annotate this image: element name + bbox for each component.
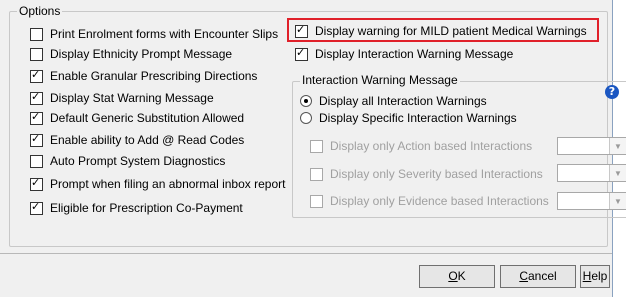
help-button[interactable]: Help [580, 265, 610, 288]
radio-specific-interactions[interactable]: Display Specific Interaction Warnings [300, 110, 517, 126]
checkbox-box[interactable] [310, 139, 323, 153]
checkbox-label: Display only Action based Interactions [330, 139, 533, 153]
checkbox-label: Enable ability to Add @ Read Codes [50, 133, 245, 147]
severity-based-combo[interactable]: ▼ [557, 164, 626, 182]
mild-medical-warnings-checkbox[interactable]: Display warning for MILD patient Medical… [295, 23, 587, 39]
checkbox-label: Auto Prompt System Diagnostics [50, 154, 226, 168]
checkbox-label: Display Interaction Warning Message [315, 47, 514, 61]
chevron-down-icon[interactable]: ▼ [609, 193, 626, 209]
action-based-combo[interactable]: ▼ [557, 137, 626, 155]
ok-label-rest: K [457, 269, 466, 283]
checkbox-label: Print Enrolment forms with Encounter Sli… [50, 27, 279, 41]
checkbox-label: Eligible for Prescription Co-Payment [50, 201, 243, 215]
checkbox-box[interactable] [30, 200, 43, 215]
checkbox-box[interactable] [30, 27, 43, 41]
stat-warning-checkbox[interactable]: Display Stat Warning Message [30, 90, 214, 106]
evidence-based-checkbox[interactable]: Display only Evidence based Interactions [310, 193, 549, 209]
cancel-mnemonic: C [519, 269, 528, 283]
checkbox-box[interactable] [30, 132, 43, 147]
checkbox-box[interactable] [295, 46, 308, 61]
checkbox-label: Display only Severity based Interactions [330, 167, 543, 181]
severity-based-checkbox[interactable]: Display only Severity based Interactions [310, 166, 543, 182]
checkbox-label: Enable Granular Prescribing Directions [50, 69, 258, 83]
checkbox-label: Prompt when filing an abnormal inbox rep… [50, 177, 286, 191]
chevron-down-icon[interactable]: ▼ [609, 165, 626, 181]
options-group-title: Options [17, 4, 63, 18]
auto-prompt-diagnostics-checkbox[interactable]: Auto Prompt System Diagnostics [30, 153, 225, 169]
action-based-checkbox[interactable]: Display only Action based Interactions [310, 138, 532, 154]
checkbox-box[interactable] [310, 167, 323, 181]
question-mark-icon[interactable]: ? [605, 85, 619, 99]
interaction-group-title: Interaction Warning Message [300, 73, 460, 87]
checkbox-label: Display Stat Warning Message [50, 91, 214, 105]
checkbox-box[interactable] [310, 194, 323, 208]
add-read-codes-checkbox[interactable]: Enable ability to Add @ Read Codes [30, 132, 244, 148]
co-payment-checkbox[interactable]: Eligible for Prescription Co-Payment [30, 200, 243, 216]
checkbox-box[interactable] [30, 90, 43, 105]
evidence-based-combo[interactable]: ▼ [557, 192, 626, 210]
radio-button[interactable] [300, 112, 312, 124]
display-ethnicity-prompt-checkbox[interactable]: Display Ethnicity Prompt Message [30, 46, 232, 62]
checkbox-box[interactable] [295, 23, 308, 38]
cancel-label-rest: ancel [527, 269, 557, 283]
generic-substitution-checkbox[interactable]: Default Generic Substitution Allowed [30, 110, 244, 126]
checkbox-label: Display warning for MILD patient Medical… [315, 24, 587, 38]
checkbox-box[interactable] [30, 154, 43, 168]
print-enrolment-forms-checkbox[interactable]: Print Enrolment forms with Encounter Sli… [30, 26, 278, 42]
help-label-rest: elp [591, 269, 608, 283]
radio-label: Display all Interaction Warnings [319, 94, 487, 108]
ok-button[interactable]: OK [419, 265, 495, 288]
radio-button[interactable] [300, 95, 312, 107]
checkbox-label: Display Ethnicity Prompt Message [50, 47, 233, 61]
checkbox-label: Default Generic Substitution Allowed [50, 111, 245, 125]
checkbox-box[interactable] [30, 68, 43, 83]
checkbox-label: Display only Evidence based Interactions [330, 194, 549, 208]
cancel-button[interactable]: Cancel [500, 265, 576, 288]
checkbox-box[interactable] [30, 110, 43, 125]
checkbox-box[interactable] [30, 176, 43, 191]
radio-label: Display Specific Interaction Warnings [319, 111, 517, 125]
granular-prescribing-checkbox[interactable]: Enable Granular Prescribing Directions [30, 68, 257, 84]
ok-mnemonic: O [448, 269, 458, 283]
chevron-down-icon[interactable]: ▼ [609, 138, 626, 154]
divider [0, 253, 612, 254]
checkbox-box[interactable] [30, 47, 43, 61]
radio-all-interactions[interactable]: Display all Interaction Warnings [300, 93, 487, 109]
interaction-warning-message-checkbox[interactable]: Display Interaction Warning Message [295, 46, 513, 62]
abnormal-inbox-prompt-checkbox[interactable]: Prompt when filing an abnormal inbox rep… [30, 176, 285, 192]
options-dialog: Options Print Enrolment forms with Encou… [0, 0, 626, 297]
